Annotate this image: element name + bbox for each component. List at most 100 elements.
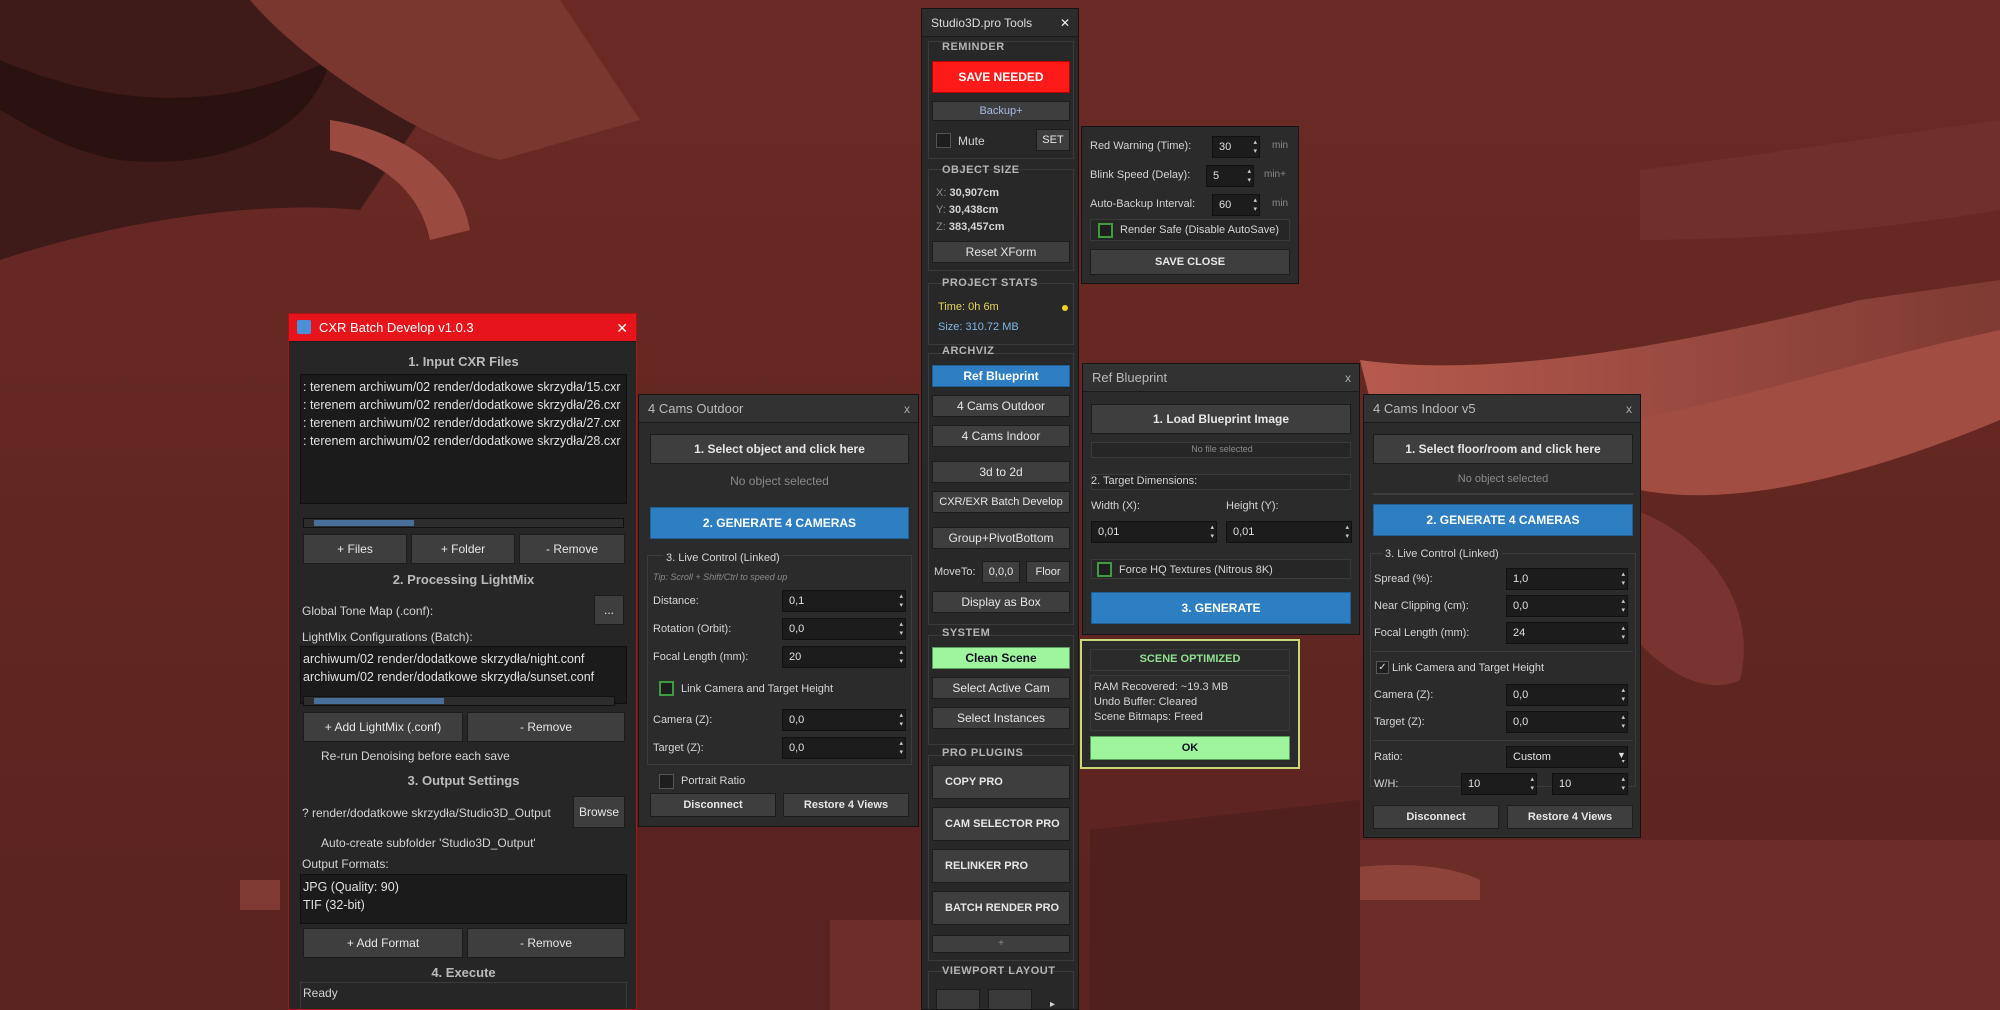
mute-checkbox[interactable] — [936, 133, 951, 148]
link-height-checkbox[interactable] — [659, 681, 674, 696]
select-instances-button[interactable]: Select Instances — [932, 707, 1070, 729]
optimized-line: Undo Buffer: Cleared — [1094, 696, 1198, 708]
file-item[interactable]: : terenem archiwum/02 render/dodatkowe s… — [303, 414, 624, 432]
select-floor-button[interactable]: 1. Select floor/room and click here — [1373, 434, 1633, 464]
target-z-spinner[interactable]: 0,0 — [782, 737, 906, 759]
file-item[interactable]: : terenem archiwum/02 render/dodatkowe s… — [303, 432, 624, 450]
disconnect-button[interactable]: Disconnect — [1373, 805, 1499, 829]
3d-to-2d-button[interactable]: 3d to 2d — [932, 461, 1070, 483]
layout-split-icon[interactable] — [988, 989, 1032, 1009]
width-ratio-spinner[interactable]: 10 — [1461, 773, 1537, 795]
cam-selector-pro-button[interactable]: CAM SELECTOR PRO — [932, 807, 1070, 841]
lightmix-scrollbar[interactable] — [303, 696, 615, 706]
auto-create-label[interactable]: Auto-create subfolder 'Studio3D_Output' — [321, 836, 536, 850]
size-y-value: 30,438cm — [948, 204, 999, 216]
height-spinner[interactable]: 0,01 — [1226, 521, 1352, 543]
set-button[interactable]: SET — [1036, 129, 1070, 151]
display-as-box-button[interactable]: Display as Box — [932, 591, 1070, 613]
restore-views-button[interactable]: Restore 4 Views — [783, 793, 909, 817]
restore-views-button[interactable]: Restore 4 Views — [1507, 805, 1633, 829]
batch-render-pro-button[interactable]: BATCH RENDER PRO — [932, 891, 1070, 925]
portrait-ratio-checkbox[interactable] — [659, 774, 674, 789]
outdoor-titlebar[interactable]: 4 Cams Outdoor x — [639, 395, 918, 423]
render-safe-checkbox[interactable] — [1098, 223, 1113, 238]
cxr-titlebar[interactable]: CXR Batch Develop v1.0.3 ✕ — [289, 314, 636, 342]
copy-pro-button[interactable]: COPY PRO — [932, 765, 1070, 799]
ratio-select[interactable]: Custom — [1506, 746, 1628, 768]
close-icon[interactable]: x — [1345, 364, 1351, 392]
near-clipping-spinner[interactable]: 0,0 — [1506, 595, 1628, 617]
output-path[interactable]: ? render/dodatkowe skrzydła/Studio3D_Out… — [302, 806, 551, 820]
more-plugins-button[interactable]: + — [932, 935, 1070, 953]
focal-spinner[interactable]: 20 — [782, 646, 906, 668]
close-icon[interactable]: x — [904, 395, 910, 423]
close-icon[interactable]: ✕ — [616, 314, 628, 342]
moveto-floor-button[interactable]: Floor — [1026, 561, 1070, 583]
cams-indoor-button[interactable]: 4 Cams Indoor — [932, 425, 1070, 447]
disconnect-button[interactable]: Disconnect — [650, 793, 776, 817]
ref-blueprint-button[interactable]: Ref Blueprint — [932, 365, 1070, 387]
file-item[interactable]: : terenem archiwum/02 render/dodatkowe s… — [303, 396, 624, 414]
height-ratio-spinner[interactable]: 10 — [1552, 773, 1628, 795]
format-item[interactable]: TIF (32-bit) — [303, 896, 624, 914]
add-format-button[interactable]: + Add Format — [303, 928, 463, 958]
browse-button[interactable]: Browse — [573, 796, 625, 828]
layout-quad-icon[interactable] — [936, 989, 980, 1009]
focal-label: Focal Length (mm): — [653, 651, 749, 663]
file-list-scrollbar[interactable] — [303, 518, 624, 528]
batch-develop-button[interactable]: CXR/EXR Batch Develop — [932, 491, 1070, 513]
format-item[interactable]: JPG (Quality: 90) — [303, 878, 624, 896]
add-folder-button[interactable]: + Folder — [411, 534, 515, 564]
reset-xform-button[interactable]: Reset XForm — [932, 241, 1070, 263]
backup-button[interactable]: Backup+ — [932, 101, 1070, 121]
tone-map-browse-button[interactable]: ... — [594, 595, 624, 625]
focal-spinner[interactable]: 24 — [1506, 622, 1628, 644]
generate-cameras-button[interactable]: 2. GENERATE 4 CAMERAS — [650, 507, 909, 539]
add-files-button[interactable]: + Files — [303, 534, 407, 564]
load-blueprint-button[interactable]: 1. Load Blueprint Image — [1091, 404, 1351, 434]
file-item[interactable]: : terenem archiwum/02 render/dodatkowe s… — [303, 378, 624, 396]
save-needed-button[interactable]: SAVE NEEDED — [932, 61, 1070, 93]
remove-files-button[interactable]: - Remove — [519, 534, 625, 564]
width-spinner[interactable]: 0,01 — [1091, 521, 1217, 543]
chevron-down-icon[interactable]: ▼ — [1617, 750, 1626, 760]
select-active-cam-button[interactable]: Select Active Cam — [932, 677, 1070, 699]
studio-tools-titlebar[interactable]: Studio3D.pro Tools ✕ — [922, 9, 1078, 37]
relinker-pro-button[interactable]: RELINKER PRO — [932, 849, 1070, 883]
lightmix-item[interactable]: archiwum/02 render/dodatkowe skrzydła/ni… — [303, 650, 624, 668]
archviz-group — [928, 353, 1074, 625]
moveto-origin-button[interactable]: 0,0,0 — [982, 561, 1020, 583]
force-hq-checkbox[interactable] — [1097, 562, 1112, 577]
red-warning-spinner[interactable]: 30 — [1212, 136, 1260, 158]
camera-z-spinner[interactable]: 0,0 — [782, 709, 906, 731]
rerun-denoising-label[interactable]: Re-run Denoising before each save — [321, 749, 510, 763]
generate-cameras-button[interactable]: 2. GENERATE 4 CAMERAS — [1373, 504, 1633, 536]
output-formats-list[interactable]: JPG (Quality: 90) TIF (32-bit) — [300, 874, 627, 924]
layout-more-icon[interactable]: ▸ — [1050, 999, 1055, 1009]
blueprint-generate-button[interactable]: 3. GENERATE — [1091, 592, 1351, 624]
spread-spinner[interactable]: 1,0 — [1506, 568, 1628, 590]
ok-button[interactable]: OK — [1090, 736, 1290, 760]
camera-z-spinner[interactable]: 0,0 — [1506, 684, 1628, 706]
auto-backup-spinner[interactable]: 60 — [1212, 194, 1260, 216]
cxr-file-list[interactable]: : terenem archiwum/02 render/dodatkowe s… — [300, 374, 627, 504]
lightmix-item[interactable]: archiwum/02 render/dodatkowe skrzydła/su… — [303, 668, 624, 686]
indoor-titlebar[interactable]: 4 Cams Indoor v5 x — [1364, 395, 1640, 423]
cams-outdoor-button[interactable]: 4 Cams Outdoor — [932, 395, 1070, 417]
close-icon[interactable]: x — [1626, 395, 1632, 423]
link-height-checkbox[interactable]: ✓ — [1376, 661, 1389, 674]
group-pivot-button[interactable]: Group+PivotBottom — [932, 527, 1070, 549]
remove-lightmix-button[interactable]: - Remove — [467, 712, 625, 742]
remove-format-button[interactable]: - Remove — [467, 928, 625, 958]
distance-spinner[interactable]: 0,1 — [782, 590, 906, 612]
target-z-spinner[interactable]: 0,0 — [1506, 711, 1628, 733]
rotation-spinner[interactable]: 0,0 — [782, 618, 906, 640]
add-lightmix-button[interactable]: + Add LightMix (.conf) — [303, 712, 463, 742]
clean-scene-button[interactable]: Clean Scene — [932, 647, 1070, 669]
select-object-button[interactable]: 1. Select object and click here — [650, 434, 909, 464]
close-icon[interactable]: ✕ — [1060, 9, 1070, 37]
blink-speed-spinner[interactable]: 5 — [1206, 165, 1254, 187]
size-x-key: X: — [936, 187, 947, 199]
save-close-button[interactable]: SAVE CLOSE — [1090, 249, 1290, 275]
blueprint-titlebar[interactable]: Ref Blueprint x — [1083, 364, 1359, 392]
